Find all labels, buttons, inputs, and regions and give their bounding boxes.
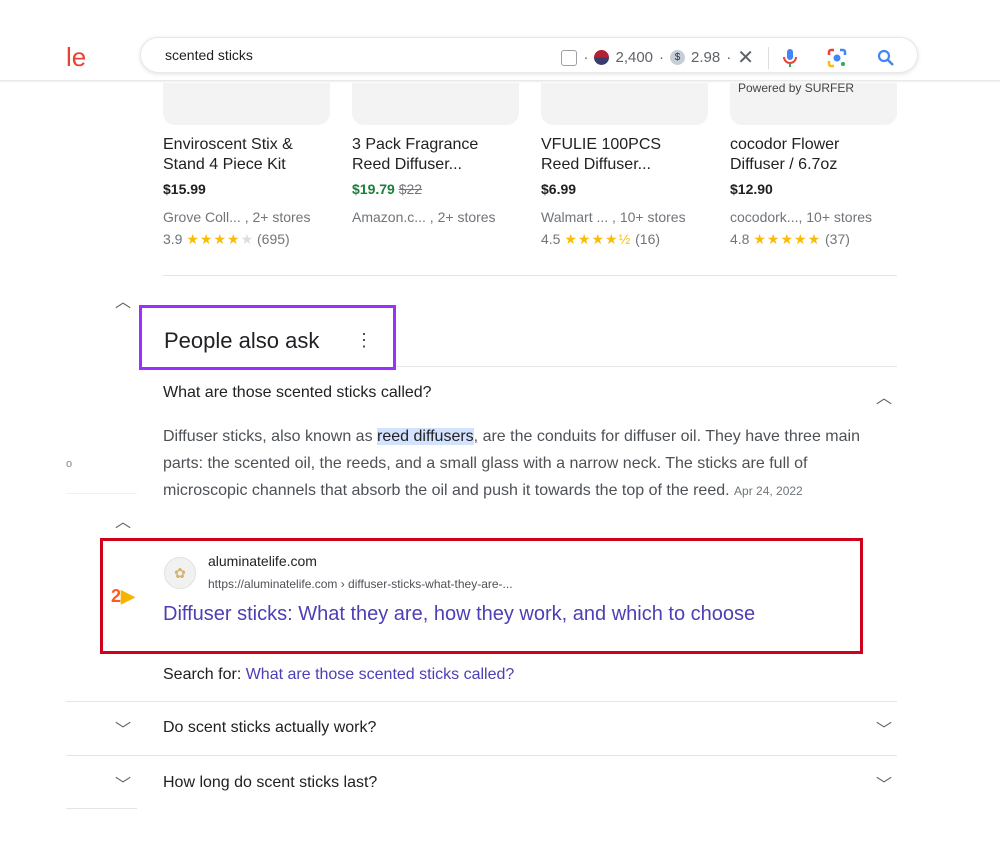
clear-icon[interactable]: ✕: [737, 45, 754, 70]
product-stores: Grove Coll... , 2+ stores: [163, 209, 311, 225]
us-flag-icon: [594, 50, 610, 65]
search-bar[interactable]: scented sticks · 2,400 · $ 2.98 · ✕: [140, 37, 918, 73]
source-domain[interactable]: aluminatelife.com: [208, 553, 317, 569]
divider: [66, 493, 137, 494]
divider: [396, 366, 897, 367]
product-price: $15.99: [163, 181, 206, 197]
product-price: $12.90: [730, 181, 773, 197]
question-1[interactable]: What are those scented sticks called?: [163, 384, 432, 402]
search-input[interactable]: scented sticks: [165, 47, 253, 63]
product-title[interactable]: 3 Pack Fragrance: [352, 135, 519, 155]
separator-dot: ·: [659, 49, 665, 66]
chevron-down-icon[interactable]: ﹀: [115, 716, 131, 740]
product-title[interactable]: Stand 4 Piece Kit: [163, 155, 330, 175]
divider: [768, 46, 769, 69]
more-options-icon[interactable]: ⋮: [355, 330, 373, 351]
left-fragment: o: [66, 458, 73, 470]
answer-text: Diffuser sticks, also known as reed diff…: [163, 428, 860, 499]
product-price: $6.99: [541, 181, 577, 197]
search-for: Search for: What are those scented stick…: [163, 666, 515, 683]
product-card[interactable]: 3 Pack Fragrance Reed Diffuser... $19.79…: [352, 83, 519, 225]
separator-dot: ·: [726, 49, 732, 66]
chevron-up-icon[interactable]: ︿: [876, 384, 892, 408]
product-card[interactable]: Enviroscent Stix & Stand 4 Piece Kit $15…: [163, 83, 330, 248]
section-title: People also ask: [164, 328, 320, 353]
product-title[interactable]: Enviroscent Stix &: [163, 135, 330, 155]
powered-by-surfer: Powered by SURFER: [738, 81, 855, 95]
divider: [163, 275, 897, 276]
google-logo[interactable]: le: [66, 42, 86, 73]
search-icon[interactable]: [877, 49, 895, 67]
checkbox[interactable]: [561, 49, 578, 66]
product-image[interactable]: [352, 83, 519, 125]
site-favicon: ✿: [164, 557, 196, 589]
highlighted-term: reed diffusers: [377, 428, 474, 445]
people-also-ask-heading-box: People also ask ⋮: [139, 305, 396, 370]
product-rating: 4.8 ★★★★★ (37): [730, 231, 850, 247]
product-rating: 3.9 ★★★★★ (695): [163, 231, 290, 247]
divider: [66, 755, 897, 756]
old-price: $22: [398, 181, 423, 197]
product-card[interactable]: VFULIE 100PCS Reed Diffuser... $6.99 Wal…: [541, 83, 708, 248]
product-stores: Amazon.c... , 2+ stores: [352, 209, 496, 225]
search-volume: 2,400: [615, 49, 654, 66]
product-title[interactable]: cocodor Flower: [730, 135, 897, 155]
product-card[interactable]: cocodor Flower Diffuser / 6.7oz $12.90 c…: [730, 83, 897, 248]
source-url[interactable]: https://aluminatelife.com › diffuser-sti…: [208, 577, 513, 591]
chevron-up-icon[interactable]: ︿: [115, 508, 131, 532]
answer-date: Apr 24, 2022: [734, 484, 803, 498]
product-stores: cocodork..., 10+ stores: [730, 209, 873, 225]
chevron-down-icon[interactable]: ﹀: [876, 771, 892, 795]
question-2[interactable]: Do scent sticks actually work?: [163, 719, 376, 737]
product-image[interactable]: [163, 83, 330, 125]
product-title[interactable]: VFULIE 100PCS: [541, 135, 708, 155]
rank-marker: 2▶: [111, 586, 135, 606]
divider: [66, 701, 897, 702]
cpc-value: 2.98: [691, 49, 721, 66]
question-3[interactable]: How long do scent sticks last?: [163, 774, 377, 792]
lens-icon[interactable]: [827, 48, 847, 68]
chevron-down-icon[interactable]: ﹀: [876, 716, 892, 740]
dollar-icon: $: [670, 50, 686, 65]
product-stores: Walmart ... , 10+ stores: [541, 209, 686, 225]
microphone-icon[interactable]: [783, 48, 797, 68]
divider: [66, 808, 137, 809]
chevron-up-icon[interactable]: ︿: [115, 288, 131, 312]
chevron-down-icon[interactable]: ﹀: [115, 771, 131, 795]
search-for-link[interactable]: What are those scented sticks called?: [246, 666, 515, 683]
product-rating: 4.5 ★★★★½ (16): [541, 231, 661, 247]
product-title[interactable]: Diffuser / 6.7oz: [730, 155, 897, 175]
result-title-link[interactable]: Diffuser sticks: What they are, how they…: [163, 603, 755, 626]
product-title[interactable]: Reed Diffuser...: [352, 155, 519, 175]
product-image[interactable]: [541, 83, 708, 125]
product-title[interactable]: Reed Diffuser...: [541, 155, 708, 175]
product-price: $19.79 $22: [352, 181, 423, 197]
separator-dot: ·: [583, 49, 589, 66]
